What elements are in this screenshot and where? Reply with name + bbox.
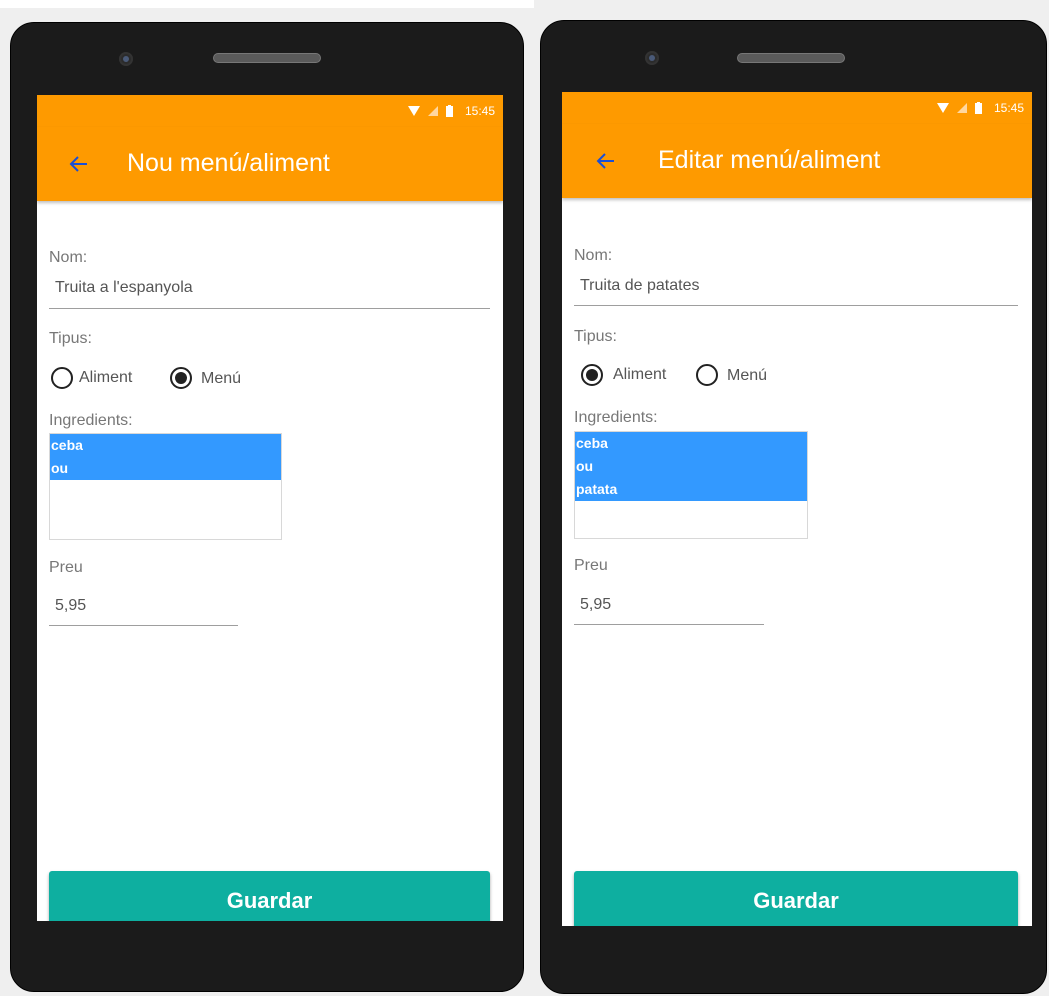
ingredients-listbox[interactable]: ceba ou [49,433,282,540]
page-title: Nou menú/aliment [127,149,330,177]
radio-menu-label[interactable]: Menú [201,370,241,388]
status-bar: 15:45 [562,92,1032,124]
price-input-underline [574,624,764,625]
ingredients-label: Ingredients: [49,412,133,429]
price-input[interactable]: 5,95 [55,597,86,615]
app-bar: Nou menú/aliment [37,127,503,201]
screen-edit-item: 15:45 Editar menú/aliment Nom: Truita de… [562,92,1032,926]
save-button[interactable]: Guardar [49,871,490,921]
radio-aliment-label[interactable]: Aliment [613,366,666,384]
list-item[interactable]: patata [575,478,807,501]
name-label: Nom: [574,247,613,264]
type-label: Tipus: [49,330,92,347]
page-title: Editar menú/aliment [658,146,881,174]
camera-icon [645,51,659,65]
phone-frame-new: 15:45 Nou menú/aliment Nom: Truita a l'e… [10,22,524,992]
back-arrow-icon[interactable] [594,149,618,173]
list-item[interactable]: ceba [50,434,281,457]
ingredients-listbox[interactable]: ceba ou patata [574,431,808,539]
battery-icon [974,102,982,114]
price-input[interactable]: 5,95 [580,596,611,614]
status-bar: 15:45 [37,95,503,127]
list-item[interactable]: ou [575,455,807,478]
type-label: Tipus: [574,328,617,345]
app-bar: Editar menú/aliment [562,124,1032,198]
signal-icon [956,103,967,113]
status-time: 15:45 [993,101,1024,115]
speaker-grille [213,53,321,63]
name-input-underline [49,308,490,309]
name-input[interactable]: Truita a l'espanyola [55,279,193,297]
name-label: Nom: [49,249,88,266]
status-time: 15:45 [464,104,495,118]
radio-aliment[interactable] [51,367,73,389]
radio-aliment-label[interactable]: Aliment [79,369,132,387]
price-input-underline [49,625,238,626]
screen-new-item: 15:45 Nou menú/aliment Nom: Truita a l'e… [37,95,503,921]
camera-icon [119,52,133,66]
back-arrow-icon[interactable] [67,152,91,176]
radio-menu-label[interactable]: Menú [727,367,767,385]
list-item[interactable]: ou [50,457,281,480]
ingredients-label: Ingredients: [574,409,658,426]
battery-icon [445,105,453,117]
radio-aliment[interactable] [581,364,603,386]
wifi-icon [407,106,420,116]
phone-frame-edit: 15:45 Editar menú/aliment Nom: Truita de… [540,20,1047,994]
speaker-grille [737,53,845,63]
wifi-icon [936,103,949,113]
name-input[interactable]: Truita de patates [580,277,699,295]
list-item[interactable]: ceba [575,432,807,455]
price-label: Preu [49,559,83,576]
radio-menu[interactable] [696,364,718,386]
save-button[interactable]: Guardar [574,871,1018,926]
signal-icon [427,106,438,116]
price-label: Preu [574,557,608,574]
radio-menu[interactable] [170,367,192,389]
name-input-underline [574,305,1018,306]
